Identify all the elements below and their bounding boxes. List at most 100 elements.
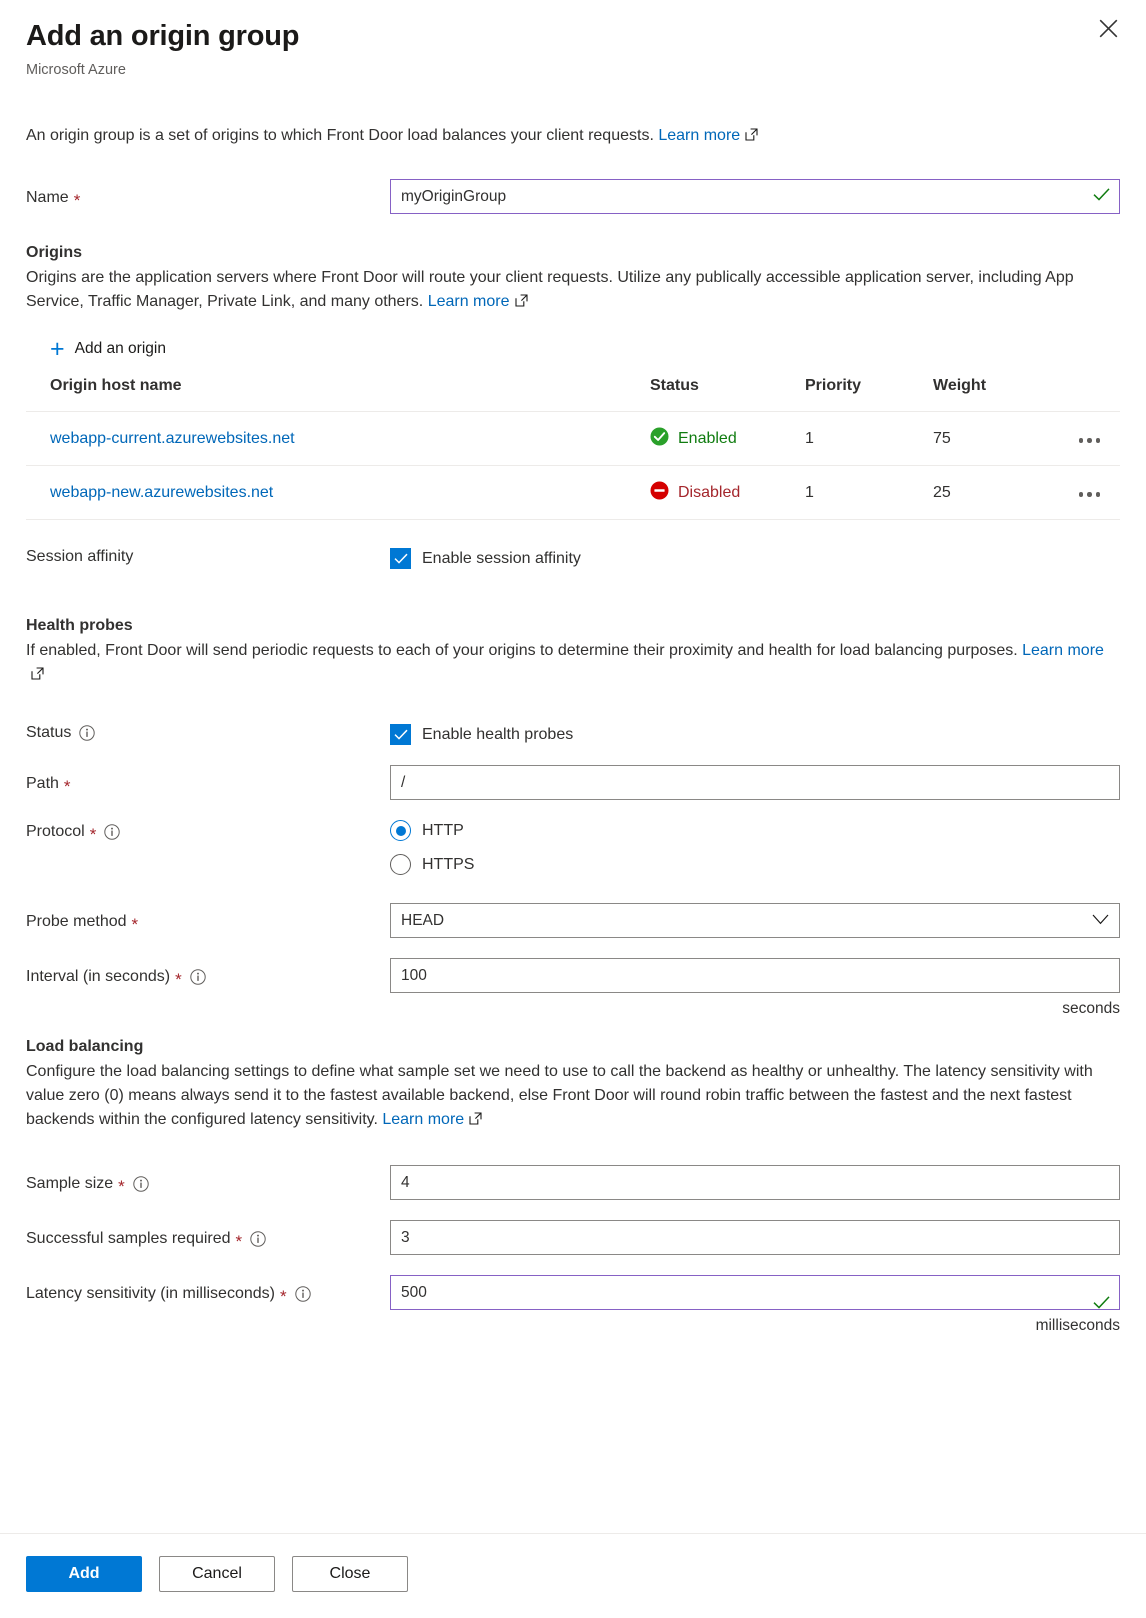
radio-https[interactable] xyxy=(390,854,411,875)
status-text: Disabled xyxy=(678,484,741,501)
origins-learn-more-link[interactable]: Learn more xyxy=(428,293,510,310)
sample-size-row: Sample size * xyxy=(26,1165,1120,1200)
probe-interval-label-wrap: Interval (in seconds) * xyxy=(26,958,390,988)
check-icon xyxy=(393,729,408,740)
protocol-http-label[interactable]: HTTP xyxy=(422,822,464,840)
protocol-option-https[interactable]: HTTPS xyxy=(390,854,1120,875)
origin-host-link[interactable]: webapp-new.azurewebsites.net xyxy=(50,484,273,501)
column-header-actions xyxy=(1048,377,1120,412)
probe-status-label: Status xyxy=(26,724,72,741)
name-row: Name * xyxy=(26,179,1120,214)
table-row[interactable]: webapp-current.azurewebsites.net Enabled… xyxy=(26,411,1120,466)
probe-protocol-label-wrap: Protocol * xyxy=(26,820,390,843)
intro-sentence: An origin group is a set of origins to w… xyxy=(26,127,654,144)
latency-sensitivity-label: Latency sensitivity (in milliseconds) xyxy=(26,1285,275,1302)
session-affinity-checkbox-row[interactable]: Enable session affinity xyxy=(390,544,1120,569)
successful-samples-required-marker: * xyxy=(235,1232,243,1251)
probe-protocol-label: Protocol xyxy=(26,823,85,840)
load-balancing-description-text: Configure the load balancing settings to… xyxy=(26,1063,1093,1128)
probe-method-label-wrap: Probe method * xyxy=(26,903,390,933)
session-affinity-label-wrap: Session affinity xyxy=(26,544,390,568)
external-link-icon xyxy=(31,664,44,688)
probe-path-label-wrap: Path * xyxy=(26,765,390,795)
successful-samples-row: Successful samples required * xyxy=(26,1220,1120,1255)
column-header-priority[interactable]: Priority xyxy=(805,377,933,412)
probe-path-required-marker: * xyxy=(63,777,71,796)
health-probes-section: Health probes If enabled, Front Door wil… xyxy=(26,615,1120,1018)
successful-samples-label: Successful samples required xyxy=(26,1230,231,1247)
column-header-status[interactable]: Status xyxy=(650,377,805,412)
probe-interval-input[interactable] xyxy=(390,958,1120,993)
load-balancing-learn-more-link[interactable]: Learn more xyxy=(382,1111,464,1128)
column-header-weight[interactable]: Weight xyxy=(933,377,1048,412)
info-icon[interactable] xyxy=(79,725,96,741)
sample-size-input[interactable] xyxy=(390,1165,1120,1200)
info-icon[interactable] xyxy=(189,969,206,985)
radio-http[interactable] xyxy=(390,820,411,841)
info-icon[interactable] xyxy=(294,1286,311,1302)
intro-text: An origin group is a set of origins to w… xyxy=(26,124,1120,149)
cell-weight: 25 xyxy=(933,465,1048,520)
sample-size-required-marker: * xyxy=(118,1177,125,1196)
cell-status: Enabled xyxy=(650,411,805,466)
add-an-origin-button[interactable]: + Add an origin xyxy=(48,336,168,362)
probe-status-field: Enable health probes xyxy=(390,720,1120,745)
session-affinity-checkbox-label[interactable]: Enable session affinity xyxy=(422,550,581,568)
intro-learn-more-link[interactable]: Learn more xyxy=(658,127,740,144)
sample-size-field xyxy=(390,1165,1120,1200)
probe-status-label-wrap: Status xyxy=(26,720,390,744)
cancel-button[interactable]: Cancel xyxy=(159,1556,275,1592)
origin-host-link[interactable]: webapp-current.azurewebsites.net xyxy=(50,430,295,447)
successful-samples-input[interactable] xyxy=(390,1220,1120,1255)
protocol-https-label[interactable]: HTTPS xyxy=(422,856,474,874)
health-probes-checkbox-label[interactable]: Enable health probes xyxy=(422,726,573,744)
health-probes-checkbox-row[interactable]: Enable health probes xyxy=(390,720,1120,745)
add-button[interactable]: Add xyxy=(26,1556,142,1592)
probe-interval-label: Interval (in seconds) xyxy=(26,968,171,985)
health-probes-learn-more-link[interactable]: Learn more xyxy=(1022,642,1104,659)
session-affinity-row: Session affinity Enable session affinity xyxy=(26,544,1120,569)
status-badge: Enabled xyxy=(650,427,805,451)
probe-interval-row: Interval (in seconds) * seconds xyxy=(26,958,1120,1018)
probe-interval-field: seconds xyxy=(390,958,1120,1018)
cell-actions xyxy=(1048,465,1120,520)
origins-table: Origin host name Status Priority Weight … xyxy=(26,377,1120,520)
info-icon[interactable] xyxy=(250,1231,266,1247)
cell-actions xyxy=(1048,411,1120,466)
name-input[interactable] xyxy=(390,179,1120,214)
status-badge: Disabled xyxy=(650,481,805,505)
successful-samples-label-wrap: Successful samples required * xyxy=(26,1220,390,1250)
probe-method-select[interactable]: HEAD GET xyxy=(390,903,1120,938)
latency-sensitivity-label-wrap: Latency sensitivity (in milliseconds) * xyxy=(26,1275,390,1305)
status-disabled-icon xyxy=(650,481,669,505)
more-options-icon[interactable] xyxy=(1075,486,1105,503)
sample-size-label-wrap: Sample size * xyxy=(26,1165,390,1195)
panel-header: Add an origin group Microsoft Azure xyxy=(0,0,1146,80)
info-icon[interactable] xyxy=(104,824,121,840)
session-affinity-label: Session affinity xyxy=(26,548,134,565)
probe-path-input[interactable] xyxy=(390,765,1120,800)
panel-footer: Add Cancel Close xyxy=(0,1533,1146,1618)
probe-method-field: HEAD GET xyxy=(390,903,1120,938)
health-probes-checkbox[interactable] xyxy=(390,724,411,745)
external-link-icon xyxy=(469,1109,482,1133)
close-icon[interactable] xyxy=(1090,10,1126,46)
latency-sensitivity-row: Latency sensitivity (in milliseconds) * … xyxy=(26,1275,1120,1335)
close-glyph xyxy=(1099,19,1117,37)
probe-path-row: Path * xyxy=(26,765,1120,800)
probe-interval-unit: seconds xyxy=(1062,1000,1120,1017)
origins-description: Origins are the application servers wher… xyxy=(26,266,1120,315)
info-icon[interactable] xyxy=(133,1176,149,1192)
plus-icon: + xyxy=(50,335,65,363)
probe-protocol-field: HTTP HTTPS xyxy=(390,820,1120,875)
protocol-option-http[interactable]: HTTP xyxy=(390,820,1120,841)
load-balancing-description: Configure the load balancing settings to… xyxy=(26,1060,1120,1133)
latency-sensitivity-input[interactable] xyxy=(390,1275,1120,1310)
column-header-host[interactable]: Origin host name xyxy=(26,377,650,412)
more-options-icon[interactable] xyxy=(1075,432,1105,449)
session-affinity-checkbox[interactable] xyxy=(390,548,411,569)
close-button[interactable]: Close xyxy=(292,1556,408,1592)
table-row[interactable]: webapp-new.azurewebsites.net Disabled 1 xyxy=(26,465,1120,520)
